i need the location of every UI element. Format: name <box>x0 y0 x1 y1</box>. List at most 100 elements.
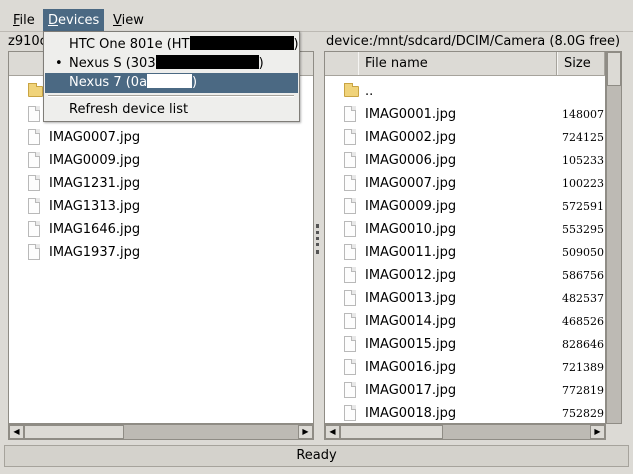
pane-splitter-handle[interactable] <box>316 224 319 254</box>
devices-dropdown-menu: HTC One 801e (HT) • Nexus S (303) Nexus … <box>43 31 300 122</box>
right-path-label: device:/mnt/sdcard/DCIM/Camera (8.0G fre… <box>326 34 621 49</box>
file-size: 468526 <box>562 315 604 328</box>
scroll-right-arrow-icon[interactable]: ▶ <box>590 425 605 439</box>
file-icon <box>344 382 356 398</box>
file-icon <box>344 152 356 168</box>
device-item-nexus-7[interactable]: Nexus 7 (0a) <box>45 73 298 93</box>
file-icon <box>344 290 356 306</box>
menu-bar: File Devices View <box>0 0 633 32</box>
file-size: 100223 <box>562 177 604 190</box>
file-name: IMAG0010.jpg <box>365 222 457 237</box>
right-horizontal-scrollbar[interactable]: ◀ ▶ <box>324 424 606 440</box>
scroll-right-arrow-icon[interactable]: ▶ <box>298 425 313 439</box>
file-size: 553295 <box>562 223 604 236</box>
table-row[interactable]: IMAG1646.jpg <box>28 218 308 241</box>
scroll-left-arrow-icon[interactable]: ◀ <box>9 425 24 439</box>
radio-bullet-icon: • <box>55 56 63 71</box>
table-row[interactable]: IMAG0016.jpg 721389 <box>344 356 604 379</box>
table-row[interactable]: IMAG0002.jpg 724125 <box>344 126 604 149</box>
vertical-scroll-thumb[interactable] <box>607 52 621 86</box>
file-name: IMAG0001.jpg <box>365 107 457 122</box>
file-size: 572591 <box>562 200 604 213</box>
file-size: 721389 <box>562 361 604 374</box>
table-row[interactable]: IMAG0017.jpg 772819 <box>344 379 604 402</box>
table-row[interactable]: IMAG0018.jpg 752829 <box>344 402 604 425</box>
file-size: 482537 <box>562 292 604 305</box>
folder-icon <box>28 83 43 97</box>
table-row[interactable]: IMAG0009.jpg 572591 <box>344 195 604 218</box>
horizontal-scroll-thumb[interactable] <box>340 425 443 439</box>
device-label: Nexus 7 (0a <box>69 75 148 90</box>
column-header-filename[interactable]: File name <box>358 52 557 75</box>
file-icon <box>28 221 40 237</box>
scroll-left-arrow-icon[interactable]: ◀ <box>325 425 340 439</box>
column-header-size[interactable]: Size <box>557 52 605 75</box>
redacted-serial <box>155 55 259 69</box>
file-icon <box>28 152 40 168</box>
device-item-htc-one[interactable]: HTC One 801e (HT) <box>45 35 299 55</box>
table-row[interactable]: IMAG0007.jpg 100223 <box>344 172 604 195</box>
right-list-header: File name Size <box>325 52 605 76</box>
file-size: 772819 <box>562 384 604 397</box>
right-parent-row[interactable]: .. <box>344 80 544 103</box>
file-icon <box>344 313 356 329</box>
file-icon <box>344 129 356 145</box>
file-name: IMAG1937.jpg <box>49 245 141 260</box>
refresh-device-list[interactable]: Refresh device list <box>45 100 298 120</box>
table-row[interactable]: IMAG1313.jpg <box>28 195 308 218</box>
file-icon <box>344 106 356 122</box>
file-name: IMAG1313.jpg <box>49 199 141 214</box>
file-size: 509050 <box>562 246 604 259</box>
file-name: IMAG0006.jpg <box>365 153 457 168</box>
file-size: 828646 <box>562 338 604 351</box>
horizontal-scroll-thumb[interactable] <box>24 425 124 439</box>
file-name: IMAG0009.jpg <box>49 153 141 168</box>
file-icon <box>28 198 40 214</box>
file-size: 148007 <box>562 108 604 121</box>
menu-devices[interactable]: Devices <box>43 9 105 32</box>
file-name: IMAG0012.jpg <box>365 268 457 283</box>
right-file-list[interactable]: File name Size .. IMAG0001.jpg 148007 IMAG… <box>324 51 606 424</box>
file-name: IMAG0015.jpg <box>365 337 457 352</box>
menu-view[interactable]: View <box>108 9 149 32</box>
file-size: 752829 <box>562 407 604 420</box>
file-name: IMAG0002.jpg <box>365 130 457 145</box>
file-name: IMAG0016.jpg <box>365 360 457 375</box>
file-icon <box>344 198 356 214</box>
file-icon <box>344 336 356 352</box>
table-row[interactable]: IMAG0009.jpg <box>28 149 308 172</box>
redacted-serial <box>189 36 294 50</box>
file-icon <box>344 359 356 375</box>
close-paren: ) <box>192 75 198 90</box>
file-icon <box>28 129 40 145</box>
file-name: IMAG0018.jpg <box>365 406 457 421</box>
device-item-nexus-s[interactable]: • Nexus S (303) <box>45 54 298 74</box>
table-row[interactable]: IMAG0013.jpg 482537 <box>344 287 604 310</box>
table-row[interactable]: IMAG0015.jpg 828646 <box>344 333 604 356</box>
left-path-label: z910c <box>8 34 47 49</box>
left-horizontal-scrollbar[interactable]: ◀ ▶ <box>8 424 314 440</box>
table-row[interactable]: IMAG0006.jpg 105233 <box>344 149 604 172</box>
file-icon <box>28 175 40 191</box>
table-row[interactable]: IMAG0011.jpg 509050 <box>344 241 604 264</box>
table-row[interactable]: IMAG0014.jpg 468526 <box>344 310 604 333</box>
status-bar: Ready <box>4 445 629 467</box>
file-name: IMAG0009.jpg <box>365 199 457 214</box>
file-icon <box>344 244 356 260</box>
table-row[interactable]: IMAG0012.jpg 586756 <box>344 264 604 287</box>
menu-file[interactable]: File <box>8 9 40 32</box>
table-row[interactable]: IMAG0001.jpg 148007 <box>344 103 604 126</box>
table-row[interactable]: IMAG0010.jpg 553295 <box>344 218 604 241</box>
right-vertical-scrollbar[interactable] <box>606 51 622 424</box>
close-paren: ) <box>293 37 299 52</box>
file-size: 724125 <box>562 131 604 144</box>
table-row[interactable]: IMAG1937.jpg <box>28 241 308 264</box>
parent-dir-label: .. <box>365 84 374 99</box>
file-name: IMAG0007.jpg <box>49 130 141 145</box>
device-label: Nexus S (303 <box>69 56 156 71</box>
table-row[interactable]: IMAG1231.jpg <box>28 172 308 195</box>
file-icon <box>344 405 356 421</box>
table-row[interactable]: IMAG0007.jpg <box>28 126 308 149</box>
file-icon <box>344 267 356 283</box>
file-name: IMAG0017.jpg <box>365 383 457 398</box>
